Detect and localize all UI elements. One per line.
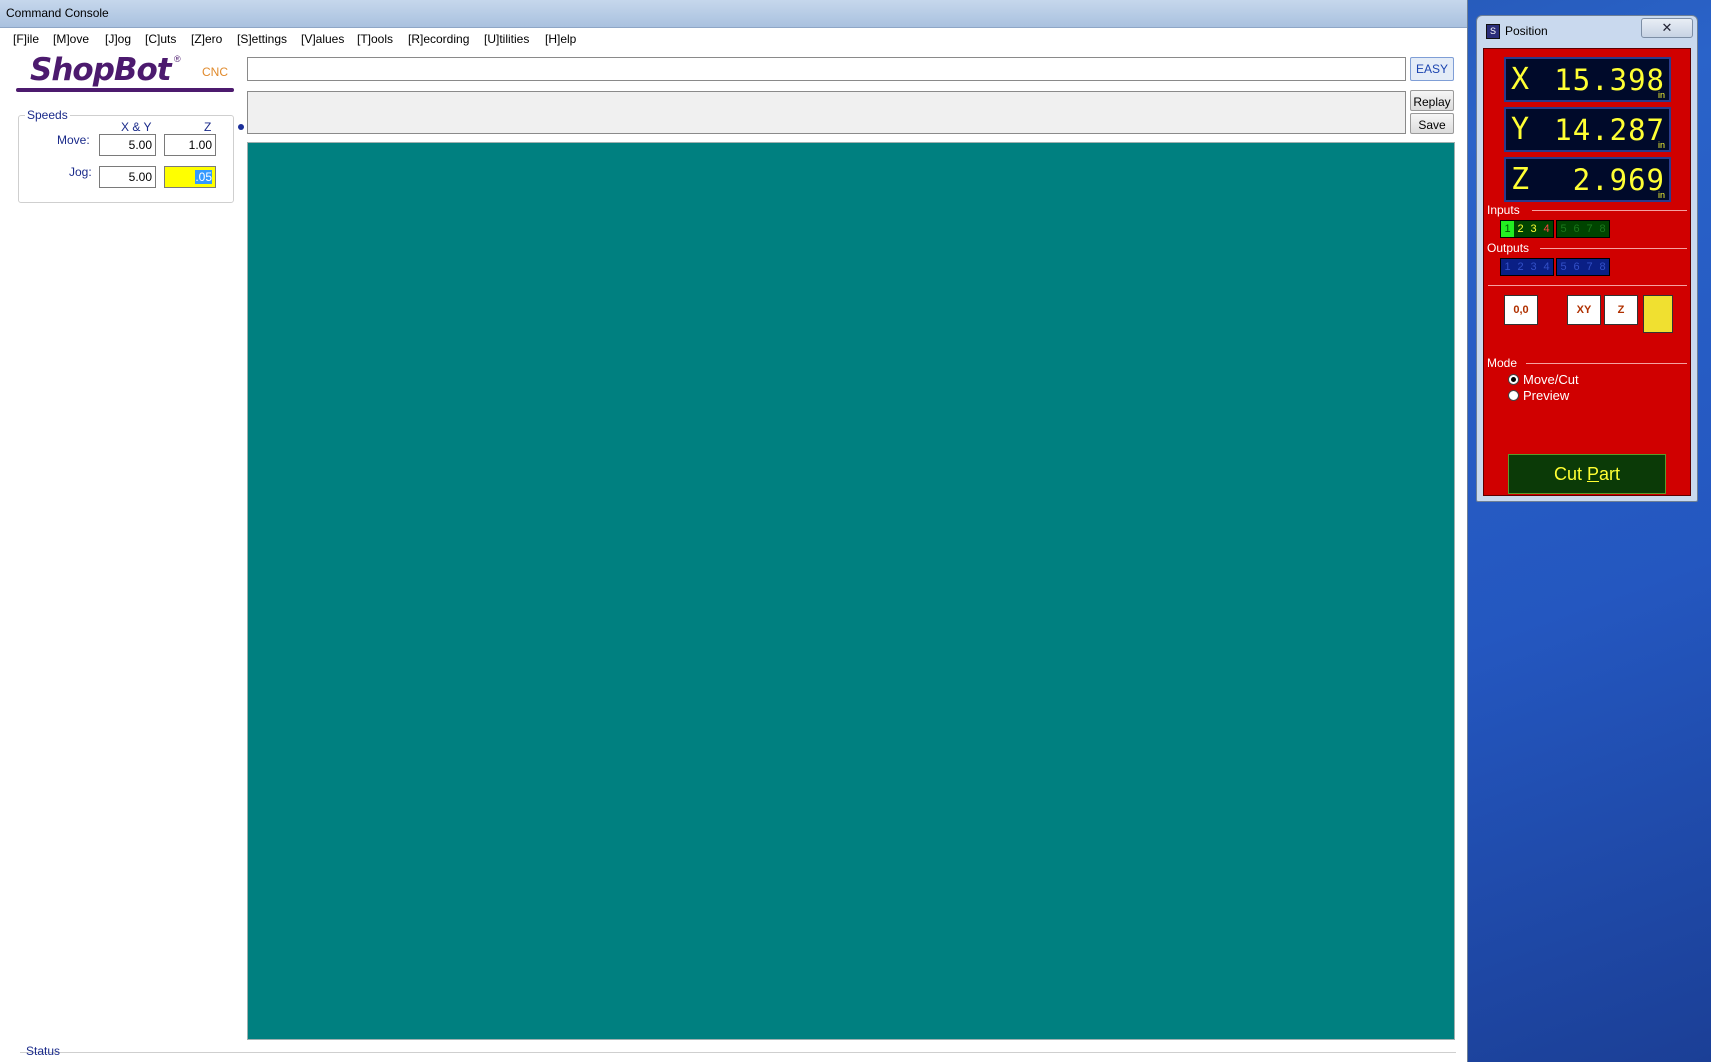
output-led-8: 8	[1596, 259, 1609, 275]
status-divider	[20, 1052, 1456, 1053]
dro-x-unit: in	[1657, 90, 1665, 100]
outputs-divider	[1540, 248, 1687, 249]
outputs-group-1: 1 2 3 4	[1500, 258, 1554, 276]
input-led-5: 5	[1557, 221, 1570, 237]
status-legend: Status	[26, 1044, 61, 1058]
console-titlebar[interactable]: Command Console	[0, 0, 1467, 28]
mode-label: Mode	[1487, 356, 1518, 370]
input-led-6: 6	[1570, 221, 1583, 237]
cut-part-mnemonic: P	[1586, 464, 1599, 484]
outputs-label: Outputs	[1487, 241, 1530, 255]
output-led-1: 1	[1501, 259, 1514, 275]
logo-brand: ShopBot	[30, 52, 172, 88]
dro-z-value: 2.969	[1572, 163, 1665, 197]
dro-z-axis: Z	[1511, 162, 1530, 197]
output-led-4: 4	[1540, 259, 1553, 275]
zero-xy-icon[interactable]: XY	[1567, 295, 1601, 325]
command-input[interactable]	[247, 57, 1406, 81]
move-speed-label: Move:	[57, 133, 90, 147]
command-history-box[interactable]	[247, 91, 1406, 134]
input-led-1: 1	[1501, 221, 1514, 237]
menu-file[interactable]: [F]ile	[13, 32, 39, 46]
close-icon[interactable]: ✕	[1641, 18, 1693, 38]
output-led-7: 7	[1583, 259, 1596, 275]
dro-y-value: 14.287	[1554, 113, 1665, 147]
radio-preview[interactable]	[1508, 390, 1519, 401]
logo-swoosh	[16, 88, 234, 92]
dro-x-axis: X	[1511, 62, 1530, 97]
menu-zero[interactable]: [Z]ero	[191, 32, 222, 46]
history-indicator-dot	[238, 124, 244, 130]
jog-z-speed-field[interactable]: .05	[164, 166, 216, 188]
jog-xy-speed-field[interactable]: 5.00	[99, 166, 156, 188]
app-icon: S	[1486, 24, 1500, 39]
command-console-window: Command Console [F]ile [M]ove [J]og [C]u…	[0, 0, 1468, 1062]
logo-cnc: CNC	[202, 65, 228, 79]
input-led-8: 8	[1596, 221, 1609, 237]
menu-values[interactable]: [V]alues	[301, 32, 344, 46]
dro-y-unit: in	[1657, 140, 1665, 150]
dro-y-axis: Y	[1511, 112, 1530, 147]
cut-part-prefix: Cut	[1553, 464, 1587, 484]
output-led-6: 6	[1570, 259, 1583, 275]
mode-divider	[1526, 363, 1687, 364]
jog-speed-label: Jog:	[69, 165, 92, 179]
position-panel: X 15.398 in Y 14.287 in Z 2.969 in Input…	[1483, 48, 1691, 496]
output-led-3: 3	[1527, 259, 1540, 275]
input-led-7: 7	[1583, 221, 1596, 237]
mode-preview-label: Preview	[1523, 388, 1570, 403]
dro-y: Y 14.287 in	[1504, 107, 1671, 152]
menu-help[interactable]: [H]elp	[545, 32, 576, 46]
mode-move-cut-option[interactable]: Move/Cut	[1508, 372, 1579, 387]
input-led-2: 2	[1514, 221, 1527, 237]
menu-cuts[interactable]: [C]uts	[145, 32, 176, 46]
replay-button[interactable]: Replay	[1410, 90, 1454, 111]
input-led-4: 4	[1540, 221, 1553, 237]
jog-z-selected-text: .05	[195, 170, 212, 184]
dro-x-value: 15.398	[1554, 63, 1665, 97]
position-title: Position	[1505, 24, 1548, 38]
cut-part-button[interactable]: Cut Part	[1508, 454, 1666, 494]
console-title: Command Console	[6, 6, 109, 20]
position-titlebar[interactable]: S Position ✕	[1477, 16, 1697, 42]
input-led-3: 3	[1527, 221, 1540, 237]
inputs-label: Inputs	[1487, 203, 1520, 217]
go-to-zero-icon[interactable]: 0,0	[1504, 295, 1538, 325]
menu-recording[interactable]: [R]ecording	[408, 32, 469, 46]
move-xy-speed-field[interactable]: 5.00	[99, 134, 156, 156]
inputs-divider	[1532, 210, 1687, 211]
menu-tools[interactable]: [T]ools	[357, 32, 393, 46]
move-z-speed-field[interactable]: 1.00	[164, 134, 216, 156]
dro-x: X 15.398 in	[1504, 57, 1671, 102]
output-led-2: 2	[1514, 259, 1527, 275]
inputs-group-2: 5 6 7 8	[1556, 220, 1610, 238]
preview-canvas[interactable]	[247, 142, 1455, 1040]
mode-move-cut-label: Move/Cut	[1523, 372, 1579, 387]
speeds-legend: Speeds	[25, 108, 70, 122]
zero-z-icon[interactable]: Z	[1604, 295, 1638, 325]
speeds-header-xy: X & Y	[121, 120, 152, 134]
output-led-5: 5	[1557, 259, 1570, 275]
dro-z: Z 2.969 in	[1504, 157, 1671, 202]
menu-move[interactable]: [M]ove	[53, 32, 89, 46]
menu-settings[interactable]: [S]ettings	[237, 32, 287, 46]
easy-button[interactable]: EASY	[1410, 57, 1454, 81]
mode-preview-option[interactable]: Preview	[1508, 388, 1569, 403]
keypad-icon[interactable]	[1643, 295, 1673, 333]
speeds-group: Speeds X & Y Z Move: Jog: 5.00 1.00 5.00…	[18, 108, 234, 203]
menu-utilities[interactable]: [U]tilities	[484, 32, 529, 46]
dro-z-unit: in	[1657, 190, 1665, 200]
tools-divider	[1488, 285, 1687, 286]
menu-bar: [F]ile [M]ove [J]og [C]uts [Z]ero [S]ett…	[0, 28, 1467, 50]
outputs-group-2: 5 6 7 8	[1556, 258, 1610, 276]
save-button[interactable]: Save	[1410, 113, 1454, 134]
speeds-header-z: Z	[204, 120, 212, 134]
cut-part-rest: art	[1599, 464, 1621, 484]
radio-move-cut[interactable]	[1508, 374, 1519, 385]
inputs-group-1: 1 2 3 4	[1500, 220, 1554, 238]
logo-registered: ®	[174, 54, 181, 64]
position-window: S Position ✕ X 15.398 in Y 14.287 in Z 2…	[1476, 15, 1698, 502]
shopbot-logo: ShopBot ® CNC	[16, 52, 236, 96]
menu-jog[interactable]: [J]og	[105, 32, 131, 46]
